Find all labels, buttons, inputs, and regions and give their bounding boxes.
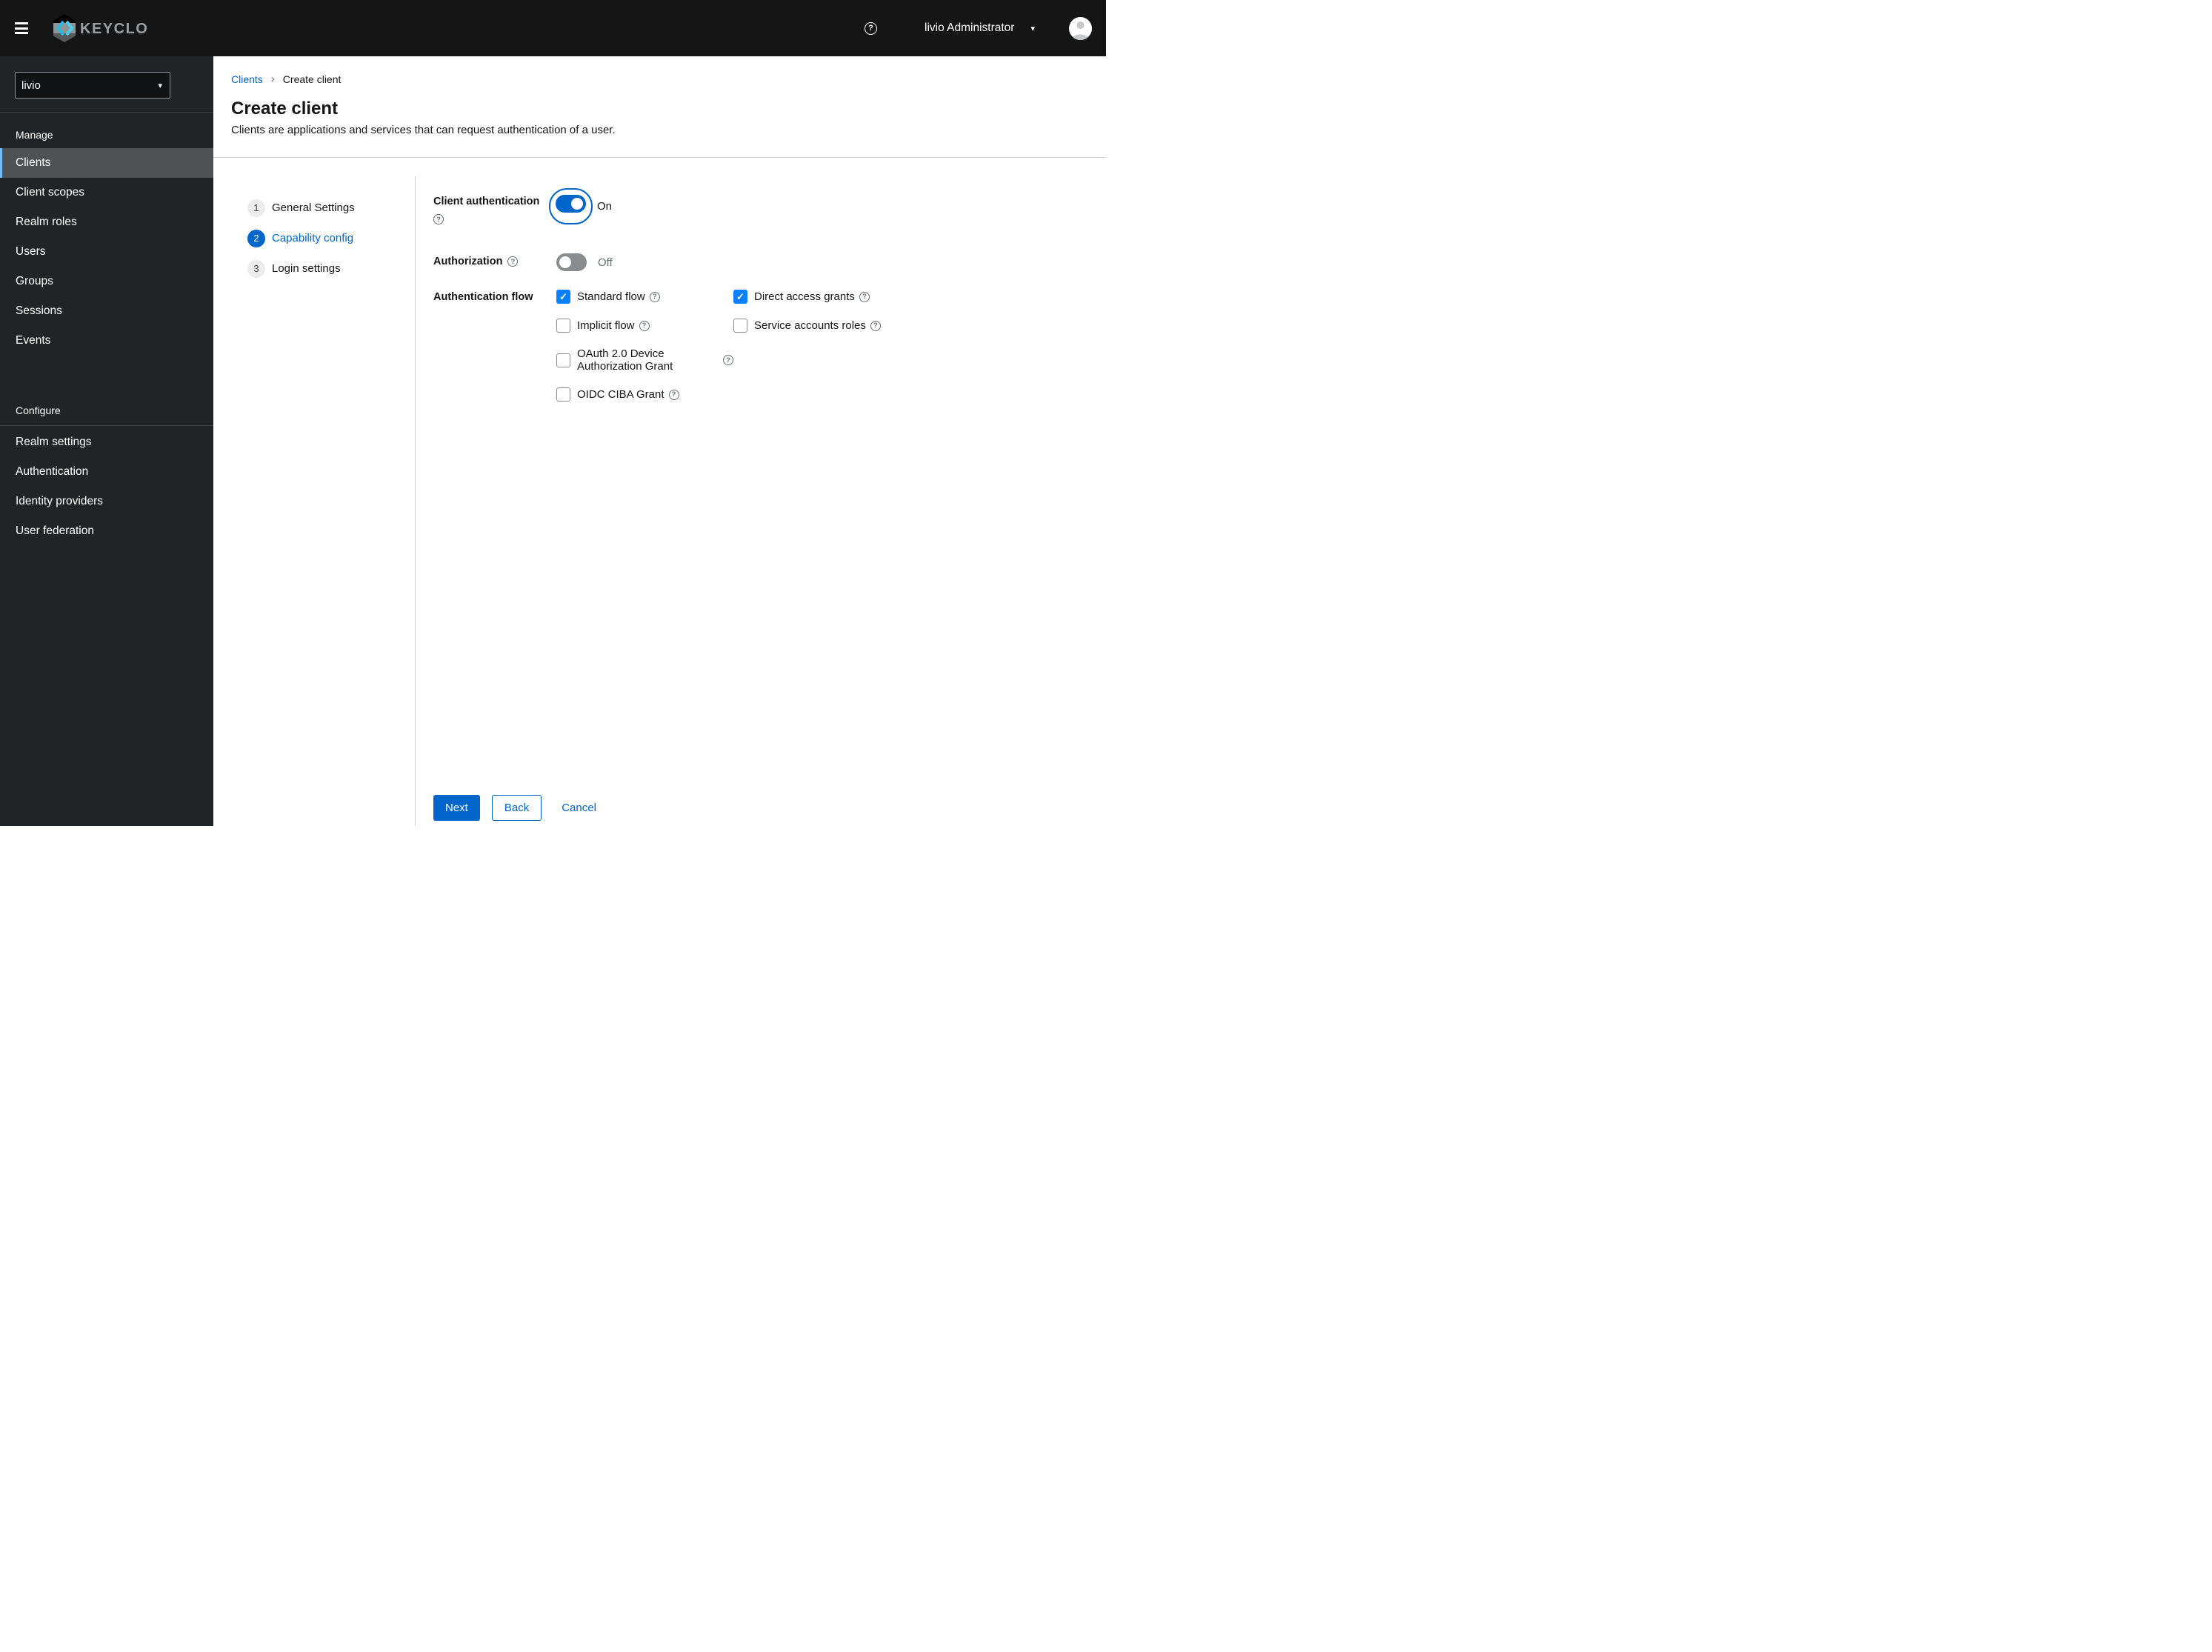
page-title: Create client [231,99,339,119]
hamburger-icon [15,22,28,24]
sidebar-item-realm-roles[interactable]: Realm roles [0,207,213,237]
checkbox-unchecked-icon[interactable] [733,319,747,333]
breadcrumb: Clients › Create client [231,73,1088,85]
authentication-flow-row: Authentication flow ✓ Standard flow ? ✓ … [433,290,1106,402]
service-accounts-roles-option[interactable]: Service accounts roles ? [733,319,881,333]
oidc-ciba-grant-option[interactable]: OIDC CIBA Grant ? [556,387,679,402]
back-button[interactable]: Back [491,795,542,821]
direct-access-grants-option[interactable]: ✓ Direct access grants ? [733,290,870,304]
sidebar-item-realm-settings[interactable]: Realm settings [0,427,213,457]
client-authentication-row: Client authentication ? On [433,188,1106,224]
help-icon[interactable]: ? [507,256,519,267]
chevron-down-icon: ▾ [158,81,162,90]
sidebar-item-client-scopes[interactable]: Client scopes [0,178,213,207]
wizard-step-general-settings[interactable]: 1 General Settings [247,193,415,223]
checkbox-unchecked-icon[interactable] [556,319,570,333]
keycloak-admin-console: KEYCLOAK ? livio Administrator ▾ livio ▾ [0,0,1106,826]
sidebar-item-user-federation[interactable]: User federation [0,516,213,546]
checkbox-checked-icon[interactable]: ✓ [733,290,747,304]
authorization-toggle[interactable] [556,253,587,271]
nav-list-configure: Realm settings Authentication Identity p… [0,425,213,546]
wizard-step-capability-config[interactable]: 2 Capability config [247,223,415,253]
step-number-badge: 1 [247,199,265,217]
next-button[interactable]: Next [433,795,480,821]
authorization-control: Off [556,253,613,271]
chevron-down-icon: ▾ [1030,24,1035,33]
capability-config-form: Client authentication ? On Authorization… [416,158,1106,826]
authorization-state: Off [598,256,613,269]
help-icon[interactable]: ? [433,214,444,224]
keycloak-logo[interactable]: KEYCLOAK [50,13,149,44]
keycloak-logo-image: KEYCLOAK [53,14,149,42]
implicit-flow-option[interactable]: Implicit flow ? [556,319,650,333]
sidebar-item-groups[interactable]: Groups [0,267,213,296]
client-authentication-state: On [597,200,613,213]
menu-toggle-button[interactable] [15,22,28,34]
user-menu-label: livio Administrator [925,21,1015,34]
help-icon[interactable]: ? [723,355,733,365]
breadcrumb-separator-icon: › [270,73,275,85]
user-menu[interactable]: livio Administrator ▾ [925,21,1035,35]
authentication-flow-label: Authentication flow [433,291,533,303]
help-icon[interactable]: ? [870,320,881,331]
breadcrumb-clients-link[interactable]: Clients [231,73,263,85]
hamburger-icon [15,32,28,34]
hamburger-icon [15,27,28,30]
authentication-flow-options: ✓ Standard flow ? ✓ Direct access grants… [556,290,881,402]
toggle-knob [559,256,571,268]
help-icon[interactable]: ? [649,291,660,302]
help-icon[interactable]: ? [859,291,870,302]
create-client-wizard: 1 General Settings 2 Capability config 3… [213,158,1106,826]
realm-selector-value: livio [21,79,41,92]
nav-group-configure: Configure Realm settings Authentication … [0,388,213,546]
realm-selector[interactable]: livio ▾ [15,72,170,99]
nav-list-manage: Clients Client scopes Realm roles Users … [0,148,213,356]
toggle-focus-ring [549,188,593,224]
checkbox-unchecked-icon[interactable] [556,353,570,367]
checkbox-checked-icon[interactable]: ✓ [556,290,570,304]
check-icon: ✓ [736,290,744,302]
step-number-badge: 2 [247,229,265,247]
svg-text:KEYCLOAK: KEYCLOAK [80,21,149,37]
step-number-badge: 3 [247,259,265,278]
masthead: KEYCLOAK ? livio Administrator ▾ [0,0,1106,56]
wizard-footer: Next Back Cancel [433,795,1106,826]
main-content: Clients › Create client Create client Cl… [213,56,1106,826]
authorization-row: Authorization ? Off [433,253,1106,271]
cancel-button[interactable]: Cancel [562,795,596,821]
sidebar: livio ▾ Manage Clients Client scopes Rea… [0,56,213,826]
nav-group-manage-label: Manage [16,129,53,141]
sidebar-item-events[interactable]: Events [0,326,213,356]
toggle-knob [571,198,583,210]
sidebar-item-users[interactable]: Users [0,237,213,267]
page-header: Clients › Create client Create client Cl… [213,56,1106,158]
sidebar-item-clients[interactable]: Clients [0,148,213,178]
page-subtitle: Clients are applications and services th… [231,124,616,136]
help-icon[interactable]: ? [639,320,650,331]
breadcrumb-current: Create client [282,73,342,85]
checkbox-unchecked-icon[interactable] [556,387,570,402]
check-icon: ✓ [559,290,567,302]
client-authentication-label: Client authentication ? [433,196,540,224]
help-icon[interactable]: ? [865,21,877,35]
wizard-step-login-settings[interactable]: 3 Login settings [247,253,415,284]
avatar-icon [1072,21,1089,40]
masthead-actions: ? livio Administrator ▾ [865,16,1092,40]
sidebar-item-sessions[interactable]: Sessions [0,296,213,326]
client-authentication-toggle[interactable] [556,195,586,213]
client-authentication-control: On [549,188,613,224]
sidebar-item-identity-providers[interactable]: Identity providers [0,487,213,516]
authorization-label: Authorization ? [433,253,556,271]
nav-group-configure-label: Configure [16,404,61,416]
standard-flow-option[interactable]: ✓ Standard flow ? [556,290,660,304]
wizard-steps-nav: 1 General Settings 2 Capability config 3… [213,176,416,826]
sidebar-item-authentication[interactable]: Authentication [0,457,213,487]
avatar[interactable] [1069,16,1092,40]
oauth-device-authorization-grant-option[interactable]: OAuth 2.0 Device Authorization Grant ? [556,347,733,373]
help-icon[interactable]: ? [668,389,679,400]
